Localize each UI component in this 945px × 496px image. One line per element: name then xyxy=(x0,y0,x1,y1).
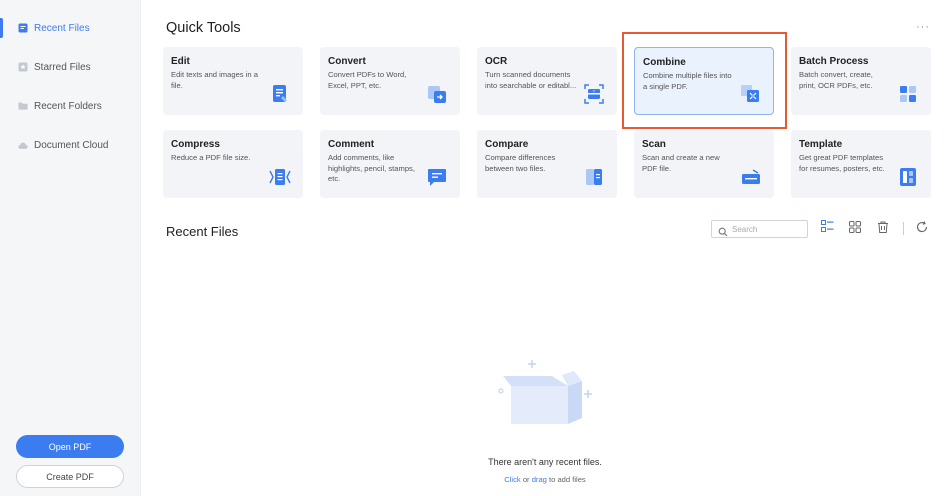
batch-process-icon xyxy=(897,83,919,105)
convert-icon xyxy=(426,83,448,105)
more-options-button[interactable]: ··· xyxy=(916,21,930,33)
list-view-button[interactable] xyxy=(819,220,835,238)
refresh-icon xyxy=(916,220,928,238)
delete-button[interactable] xyxy=(875,221,891,237)
hint-or: or xyxy=(520,475,532,484)
tool-card-combine[interactable]: Combine Combine multiple files into a si… xyxy=(634,47,774,115)
sidebar-item-starred-files[interactable]: Starred Files xyxy=(0,51,141,83)
tool-description: Compare differences between two files. xyxy=(485,153,556,173)
trash-icon xyxy=(877,220,889,238)
create-pdf-button[interactable]: Create PDF xyxy=(16,465,124,488)
recent-files-title: Recent Files xyxy=(166,224,239,239)
sidebar-item-recent-files[interactable]: Recent Files xyxy=(0,12,141,44)
tool-card-batch-process[interactable]: Batch Process Batch convert, create, pri… xyxy=(791,47,931,115)
template-icon xyxy=(897,166,919,188)
sidebar-item-label: Recent Files xyxy=(34,22,90,34)
grid-view-icon xyxy=(849,220,861,238)
search-input[interactable] xyxy=(732,224,802,234)
tool-card-comment[interactable]: Comment Add comments, like highlights, p… xyxy=(320,130,460,198)
click-link[interactable]: Click xyxy=(504,475,520,484)
tool-description: Reduce a PDF file size. xyxy=(171,153,251,162)
combine-icon xyxy=(739,82,761,104)
tool-title: Compare xyxy=(485,139,529,150)
tool-title: Batch Process xyxy=(799,56,869,67)
tool-card-convert[interactable]: Convert Convert PDFs to Word, Excel, PPT… xyxy=(320,47,460,115)
folder-icon xyxy=(18,101,28,111)
tool-title: Edit xyxy=(171,56,190,67)
quick-tools-title: Quick Tools xyxy=(166,20,241,36)
compare-icon xyxy=(583,166,605,188)
tool-description: Get great PDF templates for resumes, pos… xyxy=(799,153,885,173)
empty-box-illustration xyxy=(496,356,596,428)
tool-card-template[interactable]: Template Get great PDF templates for res… xyxy=(791,130,931,198)
tool-card-ocr[interactable]: OCR Turn scanned documents into searchab… xyxy=(477,47,617,115)
sidebar-item-recent-folders[interactable]: Recent Folders xyxy=(0,90,141,122)
tool-card-scan[interactable]: Scan Scan and create a new PDF file. xyxy=(634,130,774,198)
drag-link[interactable]: drag xyxy=(532,475,547,484)
tool-card-edit[interactable]: Edit Edit texts and images in a file. xyxy=(163,47,303,115)
star-icon xyxy=(18,62,28,72)
tool-title: Combine xyxy=(643,57,686,68)
comment-icon xyxy=(426,166,448,188)
scan-icon xyxy=(740,166,762,188)
tool-title: OCR xyxy=(485,56,508,67)
search-box[interactable] xyxy=(711,220,808,238)
refresh-button[interactable] xyxy=(914,221,930,237)
tool-description: Edit texts and images in a file. xyxy=(171,70,258,90)
list-view-icon xyxy=(820,220,834,238)
sidebar-item-label: Document Cloud xyxy=(34,139,109,151)
tool-description: Add comments, like highlights, pencil, s… xyxy=(328,153,415,183)
cloud-icon xyxy=(18,140,28,150)
tool-description: Turn scanned documents into searchable o… xyxy=(485,70,577,90)
tool-description: Batch convert, create, print, OCR PDFs, … xyxy=(799,70,873,90)
sidebar-item-label: Starred Files xyxy=(34,61,91,73)
search-icon xyxy=(718,224,728,237)
empty-state-hint: Click or drag to add files xyxy=(440,475,650,484)
tool-description: Convert PDFs to Word, Excel, PPT, etc. xyxy=(328,70,407,90)
open-pdf-button[interactable]: Open PDF xyxy=(16,435,124,458)
sidebar-item-label: Recent Folders xyxy=(34,100,102,112)
tool-card-compress[interactable]: Compress Reduce a PDF file size. xyxy=(163,130,303,198)
compress-icon xyxy=(269,166,291,188)
tool-title: Template xyxy=(799,139,843,150)
grid-view-button[interactable] xyxy=(847,221,863,237)
recent-files-icon xyxy=(18,23,28,33)
edit-icon xyxy=(269,83,291,105)
tool-title: Compress xyxy=(171,139,220,150)
ocr-icon: T xyxy=(583,83,605,105)
tool-title: Convert xyxy=(328,56,366,67)
toolbar-divider xyxy=(903,222,904,235)
tool-title: Scan xyxy=(642,139,666,150)
empty-state-title: There aren't any recent files. xyxy=(488,457,602,467)
sidebar: Recent Files Starred Files Recent Folder… xyxy=(0,0,141,496)
hint-rest: to add files xyxy=(546,475,586,484)
tool-description: Scan and create a new PDF file. xyxy=(642,153,720,173)
sidebar-item-document-cloud[interactable]: Document Cloud xyxy=(0,129,141,161)
tool-title: Comment xyxy=(328,139,375,150)
tool-card-compare[interactable]: Compare Compare differences between two … xyxy=(477,130,617,198)
tool-description: Combine multiple files into a single PDF… xyxy=(643,71,732,91)
